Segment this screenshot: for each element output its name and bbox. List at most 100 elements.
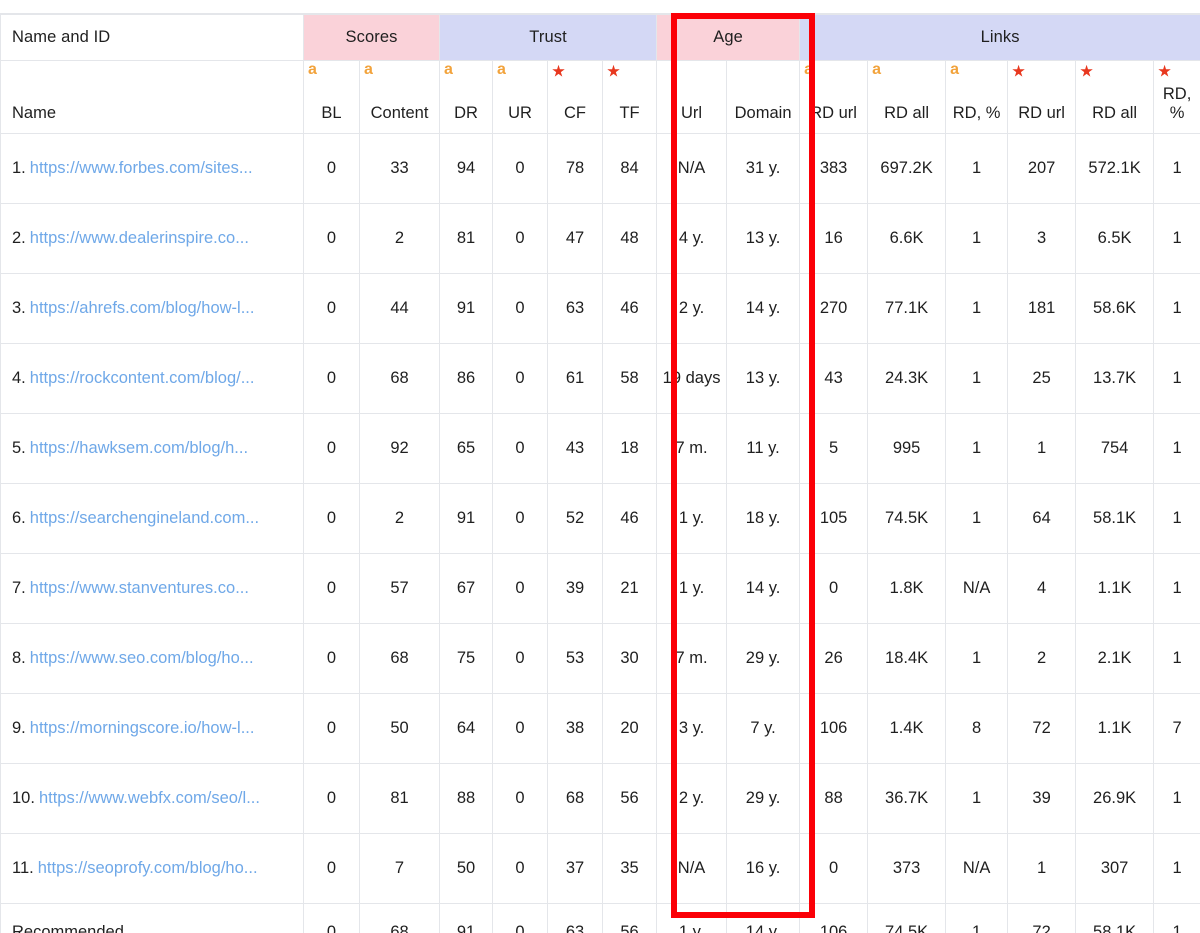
- cell-cf: 38: [547, 692, 604, 764]
- cell-rd-url-majestic: 64: [1007, 482, 1077, 554]
- column-header-name[interactable]: Name: [0, 84, 304, 134]
- result-rank: 5.: [12, 438, 26, 457]
- cell-tf: 48: [602, 202, 658, 274]
- table-row: 6. https://searchengineland.com... 0 2 91…: [0, 482, 1200, 554]
- column-header-age-domain[interactable]: Domain: [726, 84, 801, 134]
- table-row: 10. https://www.webfx.com/seo/l... 0 81 8…: [0, 762, 1200, 834]
- truncation-ellipsis: ...: [238, 158, 253, 177]
- source-icon-cell-name: [0, 60, 304, 85]
- column-header-age-url[interactable]: Url: [656, 84, 728, 134]
- result-name-cell: 7. https://www.stanventures.co...: [0, 552, 304, 624]
- result-url-link[interactable]: https://searchengineland.com: [30, 509, 246, 527]
- cell-ur: 0: [492, 342, 549, 414]
- cell-rd-pct-majestic: 1: [1153, 622, 1200, 694]
- cell-rd-url-ahrefs: 106: [799, 902, 869, 933]
- serp-metrics-table-screen: seoprofy Name and ID Scores Trust Age Li: [0, 0, 1200, 933]
- cell-rd-pct-majestic: 7: [1153, 692, 1200, 764]
- column-header-rd-url-ahrefs[interactable]: RD url: [799, 84, 869, 134]
- cell-rd-url-ahrefs: 105: [799, 482, 869, 554]
- result-url-link[interactable]: https://www.webfx.com/seo/l: [39, 789, 246, 807]
- result-rank: 7.: [12, 578, 26, 597]
- result-url-link[interactable]: https://rockcontent.com/blog/: [30, 369, 241, 387]
- cell-rd-url-ahrefs: 43: [799, 342, 869, 414]
- cell-age-url: N/A: [656, 832, 728, 904]
- cell-rd-all-ahrefs: 697.2K: [867, 132, 947, 204]
- column-header-rd-pct-majestic[interactable]: RD, %: [1153, 84, 1200, 134]
- cell-rd-pct-ahrefs: 1: [945, 622, 1009, 694]
- cell-dr: 88: [439, 762, 494, 834]
- column-header-rd-url-majestic[interactable]: RD url: [1007, 84, 1077, 134]
- cell-tf: 56: [602, 762, 658, 834]
- recommended-row: Recommended 0 68 91 0 63 56 1 y. 14 y. 1…: [0, 902, 1200, 933]
- result-name-cell: 9. https://morningscore.io/how-l...: [0, 692, 304, 764]
- cell-content: 2: [358, 482, 441, 554]
- cell-rd-pct-majestic: 1: [1153, 132, 1200, 204]
- column-header-content[interactable]: Content: [358, 84, 441, 134]
- cell-age-domain: 14 y.: [726, 552, 801, 624]
- column-header-rd-all-ahrefs[interactable]: RD all: [867, 84, 947, 134]
- result-url-link[interactable]: https://hawksem.com/blog/h: [30, 439, 235, 457]
- column-header-ur[interactable]: UR: [492, 84, 549, 134]
- cell-rd-url-majestic: 39: [1007, 762, 1077, 834]
- result-url-link[interactable]: https://www.seo.com/blog/ho: [30, 649, 240, 667]
- truncation-ellipsis: ...: [240, 718, 255, 737]
- cell-age-domain: 29 y.: [726, 762, 801, 834]
- cell-rd-all-majestic: 307: [1075, 832, 1155, 904]
- result-url-link[interactable]: https://www.stanventures.co: [30, 579, 235, 597]
- cell-rd-pct-majestic: 1: [1153, 832, 1200, 904]
- column-header-rd-all-majestic[interactable]: RD all: [1075, 84, 1155, 134]
- result-url-link[interactable]: https://www.dealerinspire.co: [30, 229, 235, 247]
- cell-rd-all-ahrefs: 995: [867, 412, 947, 484]
- cell-bl: 0: [303, 902, 360, 933]
- cell-bl: 0: [303, 482, 360, 554]
- result-url-link[interactable]: https://ahrefs.com/blog/how-l: [30, 299, 241, 317]
- cell-bl: 0: [303, 762, 360, 834]
- cell-ur: 0: [492, 552, 549, 624]
- cell-age-domain: 14 y.: [726, 272, 801, 344]
- cell-rd-url-majestic: 72: [1007, 692, 1077, 764]
- cell-rd-pct-majestic: 1: [1153, 412, 1200, 484]
- cell-rd-all-ahrefs: 1.4K: [867, 692, 947, 764]
- result-name-cell: 8. https://www.seo.com/blog/ho...: [0, 622, 304, 694]
- truncation-ellipsis: ...: [239, 648, 254, 667]
- cell-content: 81: [358, 762, 441, 834]
- cell-bl: 0: [303, 202, 360, 274]
- cell-rd-all-ahrefs: 18.4K: [867, 622, 947, 694]
- cell-rd-all-majestic: 26.9K: [1075, 762, 1155, 834]
- source-icon-row: a a a a a a a: [0, 60, 1200, 85]
- column-header-rd-pct-ahrefs[interactable]: RD, %: [945, 84, 1009, 134]
- cell-rd-url-ahrefs: 0: [799, 552, 869, 624]
- cell-dr: 91: [439, 902, 494, 933]
- result-url-link[interactable]: https://seoprofy.com/blog/ho: [38, 859, 244, 877]
- majestic-star-icon: [607, 64, 620, 77]
- cell-content: 2: [358, 202, 441, 274]
- cell-bl: 0: [303, 412, 360, 484]
- cell-rd-all-ahrefs: 36.7K: [867, 762, 947, 834]
- group-header-age: Age: [656, 14, 801, 61]
- result-name-cell: 2. https://www.dealerinspire.co...: [0, 202, 304, 274]
- group-header-scores: Scores: [302, 14, 441, 61]
- source-icon-cell-tf: [602, 60, 658, 85]
- cell-rd-all-ahrefs: 74.5K: [867, 902, 947, 933]
- cell-bl: 0: [303, 342, 360, 414]
- cell-cf: 68: [547, 762, 604, 834]
- cell-age-domain: 16 y.: [726, 832, 801, 904]
- result-url-link[interactable]: https://www.forbes.com/sites: [30, 159, 239, 177]
- column-label-row: Name BL Content DR UR CF TF Url Domain R…: [0, 84, 1200, 134]
- cell-ur: 0: [492, 832, 549, 904]
- cell-rd-url-majestic: 4: [1007, 552, 1077, 624]
- column-header-tf[interactable]: TF: [602, 84, 658, 134]
- cell-rd-pct-ahrefs: N/A: [945, 552, 1009, 624]
- column-header-dr[interactable]: DR: [439, 84, 494, 134]
- result-url-link[interactable]: https://morningscore.io/how-l: [30, 719, 241, 737]
- column-header-bl[interactable]: BL: [303, 84, 360, 134]
- cell-content: 50: [358, 692, 441, 764]
- truncation-ellipsis: ...: [235, 578, 249, 597]
- cell-age-url: 7 m.: [656, 412, 728, 484]
- cell-rd-pct-majestic: 1: [1153, 552, 1200, 624]
- column-header-cf[interactable]: CF: [547, 84, 604, 134]
- group-header-name-and-id: Name and ID: [0, 14, 304, 61]
- source-icon-cell-age-url: [656, 60, 728, 85]
- cell-rd-pct-ahrefs: 1: [945, 272, 1009, 344]
- cell-ur: 0: [492, 902, 549, 933]
